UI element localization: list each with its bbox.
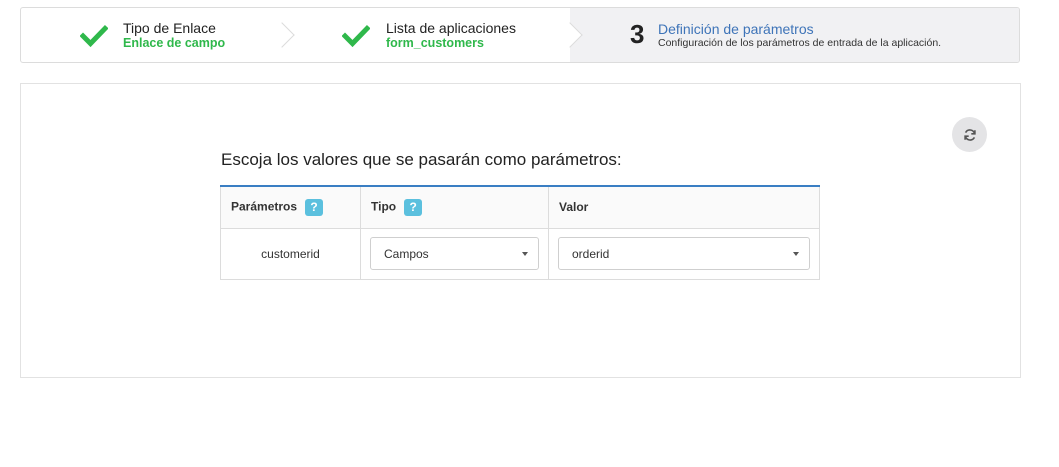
step-subtitle: Configuración de los parámetros de entra… <box>658 36 942 49</box>
refresh-button[interactable] <box>952 117 987 152</box>
header-label: Valor <box>559 200 589 215</box>
parameters-panel: Escoja los valores que se pasarán como p… <box>20 83 1021 378</box>
value-select-value: orderid <box>572 246 610 261</box>
step-number: 3 <box>630 19 645 49</box>
wizard-step-app-list[interactable]: Lista de aplicaciones form_customers <box>282 8 583 62</box>
type-select-value: Campos <box>384 246 429 261</box>
value-select[interactable]: orderid <box>558 237 810 270</box>
caret-down-icon <box>793 252 799 256</box>
check-icon <box>342 24 370 48</box>
parameter-name: customerid <box>220 228 361 280</box>
header-parameters: Parámetros? <box>220 186 361 229</box>
refresh-icon <box>963 128 976 141</box>
table-header-row: Parámetros? Tipo? Valor <box>220 186 820 229</box>
step-subtitle: form_customers <box>386 36 484 50</box>
step-title: Tipo de Enlace <box>123 20 216 36</box>
step-title: Definición de parámetros <box>658 20 814 37</box>
header-label: Tipo <box>371 199 397 214</box>
value-cell: orderid <box>548 228 820 280</box>
type-cell: Campos <box>360 228 549 280</box>
check-icon <box>80 24 108 48</box>
section-title: Escoja los valores que se pasarán como p… <box>221 150 622 169</box>
parameters-table: Parámetros? Tipo? Valor customerid Campo… <box>220 185 820 280</box>
header-value: Valor <box>548 186 820 229</box>
header-type: Tipo? <box>360 186 549 229</box>
help-icon[interactable]: ? <box>305 198 324 216</box>
step-subtitle: Enlace de campo <box>123 36 226 50</box>
header-label: Parámetros <box>231 199 298 214</box>
type-select[interactable]: Campos <box>370 237 539 270</box>
table-row: customerid Campos orderid <box>220 228 820 280</box>
wizard-steps: Tipo de Enlace Enlace de campo Lista de … <box>20 7 1020 63</box>
wizard-step-link-type[interactable]: Tipo de Enlace Enlace de campo <box>21 8 295 62</box>
caret-down-icon <box>522 252 528 256</box>
wizard-step-parameters[interactable]: 3 Definición de parámetros Configuración… <box>570 8 1019 62</box>
step-title: Lista de aplicaciones <box>386 20 516 36</box>
help-icon[interactable]: ? <box>404 198 423 216</box>
